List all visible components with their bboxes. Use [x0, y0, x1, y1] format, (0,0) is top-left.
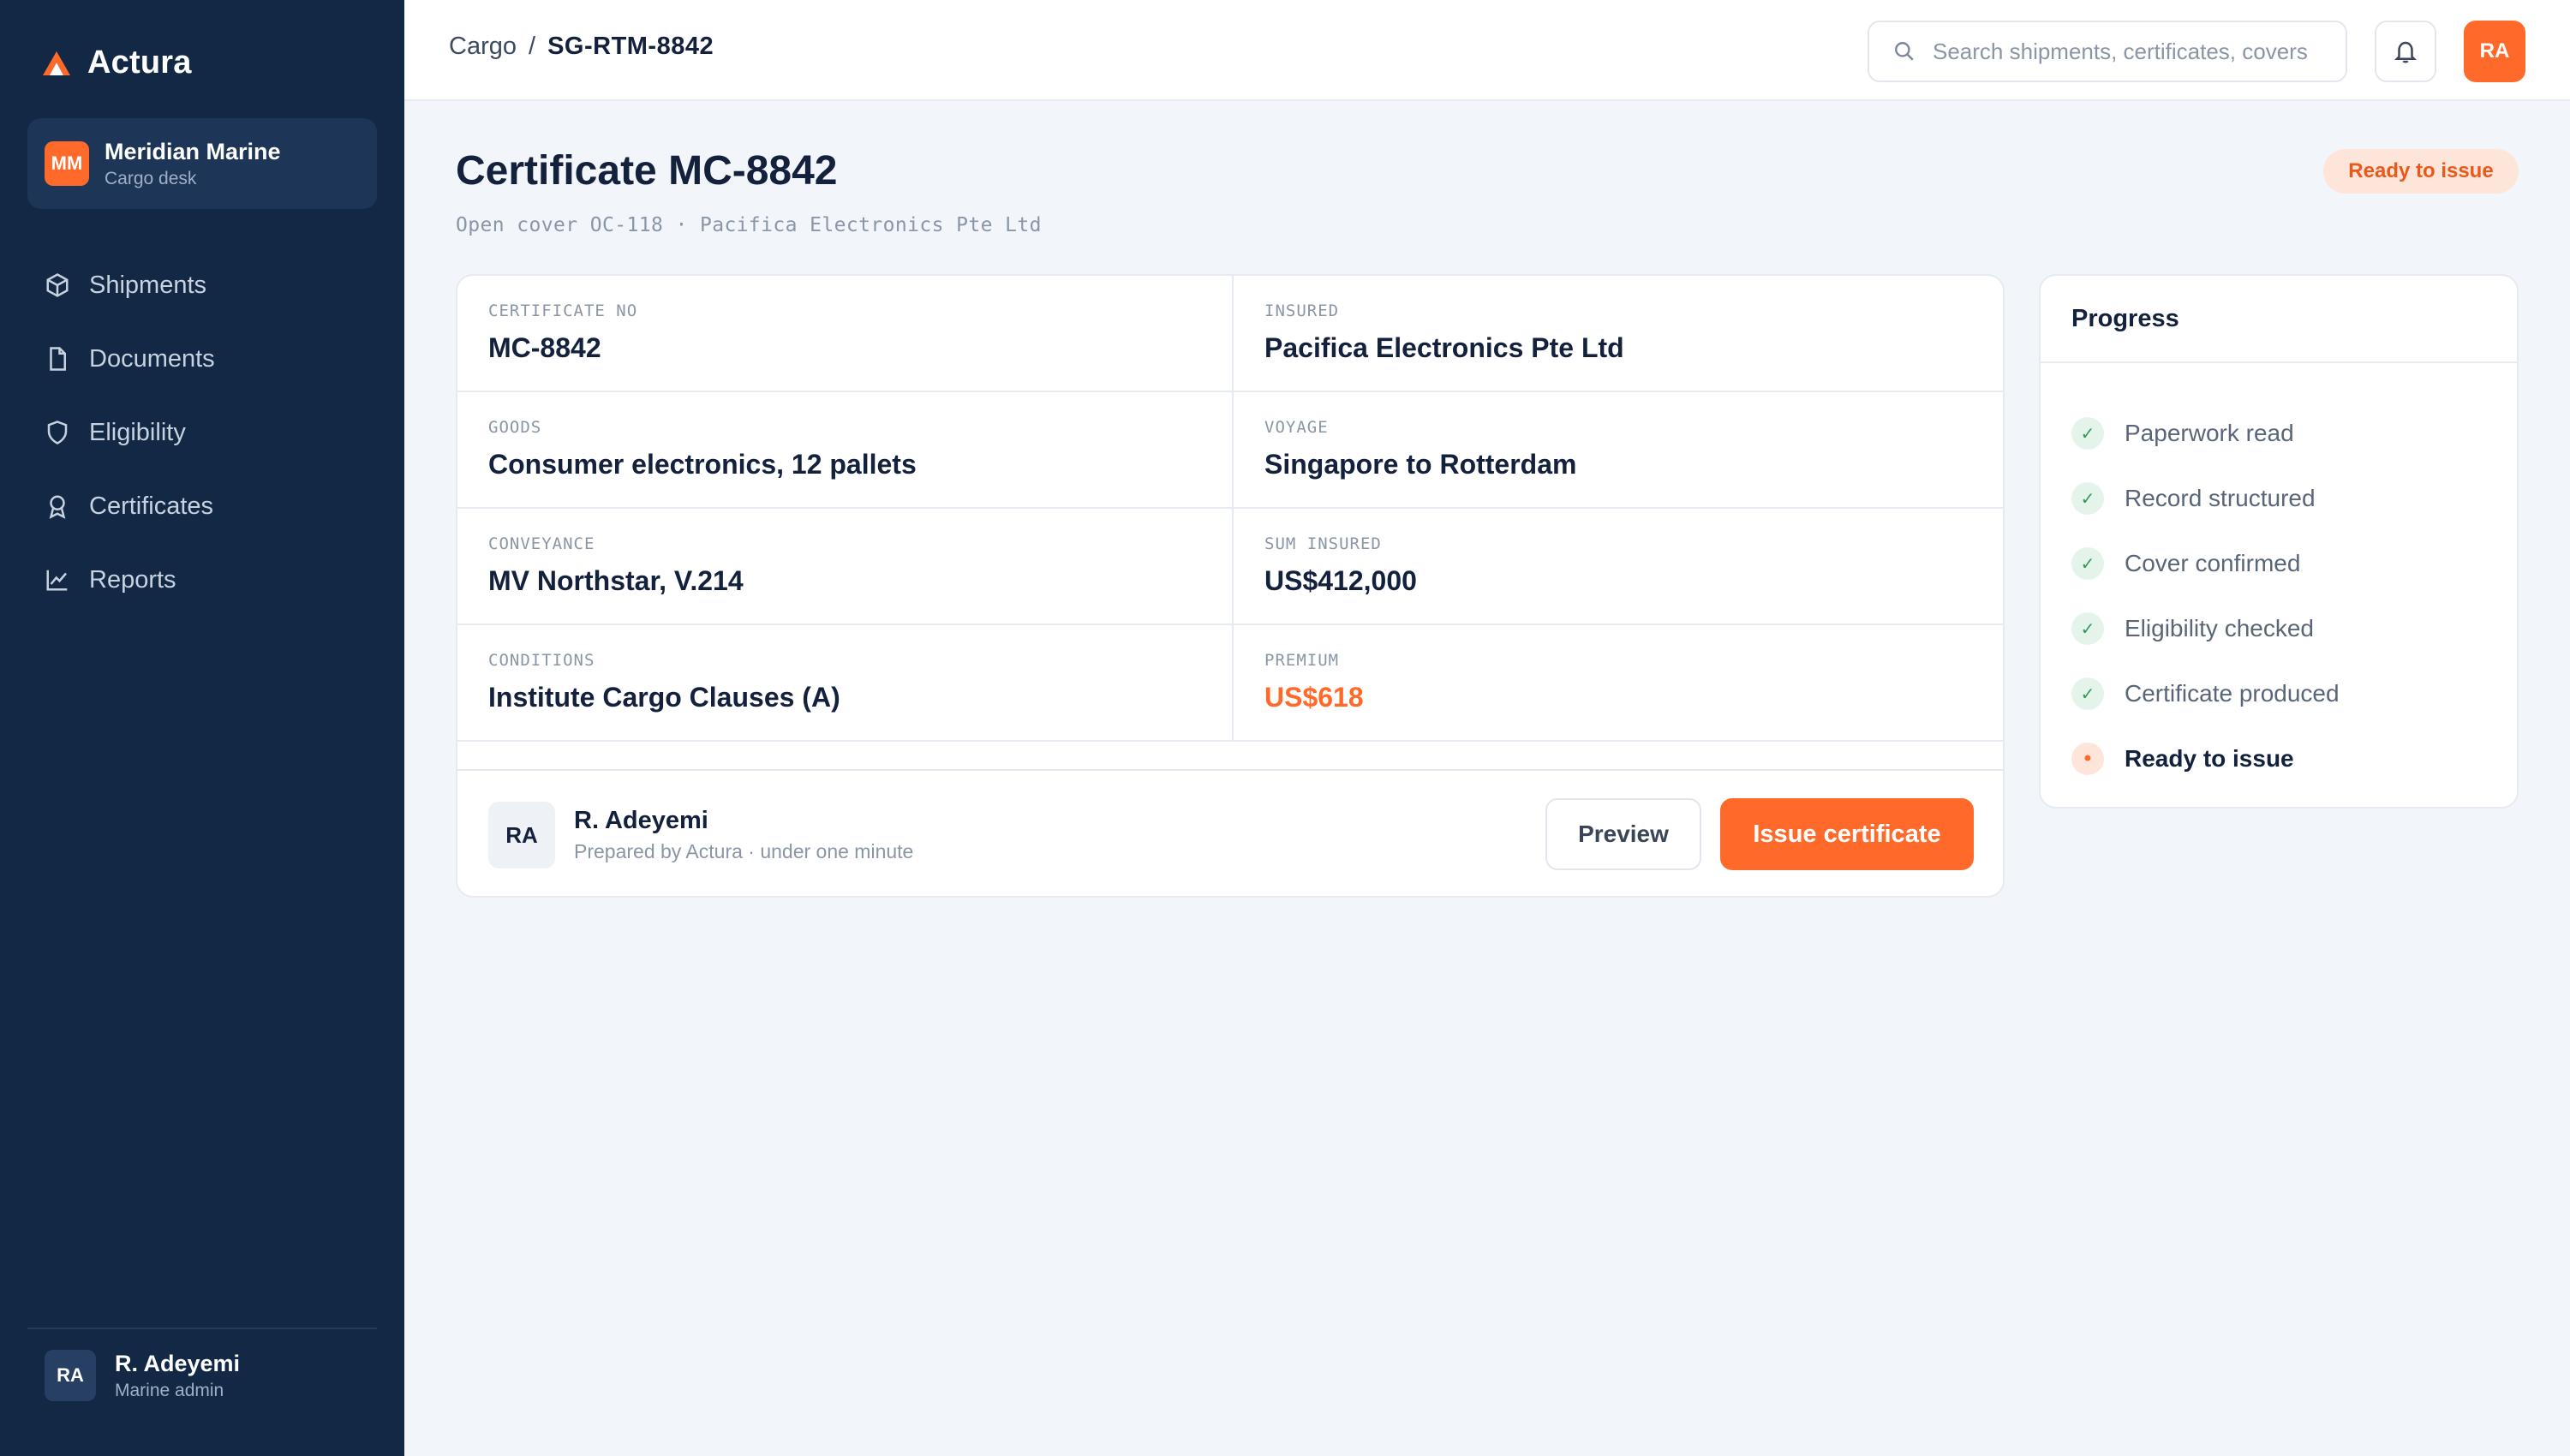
progress-step-cover-confirmed: ✓ Cover confirmed [2071, 531, 2517, 596]
field-label: PREMIUM [1264, 651, 1340, 670]
preparer-note: Prepared by Actura · under one minute [574, 840, 914, 862]
sidebar-item-label: Reports [89, 565, 176, 594]
field-label: INSURED [1264, 301, 1340, 320]
status-badge: Ready to issue [2323, 149, 2519, 194]
user-role: Marine admin [115, 1380, 224, 1400]
field-certificate-no: CERTIFICATE NO MC-8842 [457, 276, 1232, 392]
breadcrumb-root[interactable]: Cargo [449, 33, 517, 61]
field-value: US$618 [1264, 682, 1364, 713]
step-label: Eligibility checked [2125, 615, 2314, 641]
notifications-button[interactable] [2375, 21, 2436, 82]
bell-icon [2394, 41, 2418, 63]
brand[interactable]: Actura [41, 45, 192, 81]
chart-icon [46, 570, 68, 591]
check-icon: ✓ [2071, 677, 2104, 710]
box-icon [46, 273, 69, 297]
search-placeholder: Search shipments, certificates, covers [1933, 39, 2308, 64]
field-value: Consumer electronics, 12 pallets [488, 449, 917, 480]
brand-name: Actura [87, 45, 192, 81]
progress-card: Progress ✓ Paperwork read ✓ Record struc… [2039, 274, 2519, 809]
account-avatar[interactable]: RA [2464, 21, 2525, 82]
sidebar-item-documents[interactable]: Documents [27, 322, 377, 396]
field-premium: PREMIUM US$618 [1232, 625, 2003, 742]
org-switcher[interactable]: MM Meridian Marine Cargo desk [27, 118, 377, 209]
field-sum-insured: SUM INSURED US$412,000 [1232, 509, 2003, 625]
field-label: CERTIFICATE NO [488, 301, 638, 320]
sidebar-divider [27, 1328, 377, 1329]
sidebar-item-shipments[interactable]: Shipments [27, 248, 377, 322]
field-value: Pacifica Electronics Pte Ltd [1264, 332, 1624, 363]
field-value: Singapore to Rotterdam [1264, 449, 1577, 480]
progress-title: Progress [2041, 276, 2517, 363]
field-value: US$412,000 [1264, 565, 1417, 596]
sidebar-item-label: Shipments [89, 271, 207, 299]
check-icon: ✓ [2071, 547, 2104, 580]
field-insured: INSURED Pacifica Electronics Pte Ltd [1232, 276, 2003, 392]
sidebar: Actura MM Meridian Marine Cargo desk Shi… [0, 0, 404, 1456]
check-icon: ✓ [2071, 482, 2104, 515]
field-label: SUM INSURED [1264, 534, 1382, 553]
preview-button[interactable]: Preview [1545, 798, 1701, 870]
step-label: Ready to issue [2125, 745, 2294, 772]
progress-step-record-structured: ✓ Record structured [2071, 466, 2517, 531]
breadcrumb: Cargo / SG-RTM-8842 [449, 33, 714, 61]
issue-certificate-button[interactable]: Issue certificate [1720, 798, 1974, 870]
search-input[interactable]: Search shipments, certificates, covers [1868, 21, 2347, 82]
field-conveyance: CONVEYANCE MV Northstar, V.214 [457, 509, 1232, 625]
preparer: RA R. Adeyemi Prepared by Actura · under… [488, 802, 913, 868]
sidebar-item-label: Eligibility [89, 418, 186, 446]
progress-step-paperwork-read: ✓ Paperwork read [2071, 401, 2517, 466]
current-dot-icon: • [2071, 743, 2104, 775]
certificate-details-card: CERTIFICATE NO MC-8842 INSURED Pacifica … [456, 274, 2005, 898]
check-icon: ✓ [2071, 417, 2104, 450]
field-conditions: CONDITIONS Institute Cargo Clauses (A) [457, 625, 1232, 742]
award-icon [49, 495, 66, 519]
field-value: MV Northstar, V.214 [488, 565, 744, 596]
step-label: Certificate produced [2125, 680, 2340, 707]
org-avatar: MM [45, 141, 89, 186]
preparer-name: R. Adeyemi [574, 807, 708, 834]
user-profile[interactable]: RA R. Adeyemi Marine admin [45, 1350, 240, 1401]
org-sub: Cargo desk [105, 168, 197, 188]
document-icon [50, 347, 66, 371]
progress-step-certificate-produced: ✓ Certificate produced [2071, 661, 2517, 726]
sidebar-item-certificates[interactable]: Certificates [27, 469, 377, 543]
step-label: Paperwork read [2125, 420, 2294, 446]
user-name: R. Adeyemi [115, 1350, 241, 1376]
org-name: Meridian Marine [105, 138, 281, 164]
actura-logo-icon [43, 51, 70, 75]
field-label: VOYAGE [1264, 418, 1329, 437]
sidebar-item-label: Documents [89, 344, 215, 373]
field-label: GOODS [488, 418, 542, 437]
card-divider [457, 769, 2003, 771]
details-grid: CERTIFICATE NO MC-8842 INSURED Pacifica … [457, 276, 2003, 742]
progress-step-ready-to-issue: • Ready to issue [2071, 726, 2517, 791]
progress-steps: ✓ Paperwork read ✓ Record structured ✓ C… [2041, 363, 2517, 791]
field-value: MC-8842 [488, 332, 601, 363]
field-label: CONDITIONS [488, 651, 595, 670]
breadcrumb-separator: / [529, 33, 536, 60]
sidebar-nav: Shipments Documents Eligibility Certific… [27, 248, 377, 617]
step-label: Cover confirmed [2125, 550, 2301, 576]
page-title: Certificate MC-8842 [456, 148, 838, 194]
field-goods: GOODS Consumer electronics, 12 pallets [457, 392, 1232, 509]
preparer-avatar: RA [488, 802, 555, 868]
shield-icon [47, 421, 68, 445]
topbar: Cargo / SG-RTM-8842 Search shipments, ce… [404, 0, 2570, 101]
progress-step-eligibility-checked: ✓ Eligibility checked [2071, 596, 2517, 661]
sidebar-item-eligibility[interactable]: Eligibility [27, 396, 377, 469]
sidebar-item-label: Certificates [89, 492, 214, 520]
field-value: Institute Cargo Clauses (A) [488, 682, 840, 713]
step-label: Record structured [2125, 485, 2316, 511]
breadcrumb-current: SG-RTM-8842 [547, 33, 714, 60]
search-icon [1895, 42, 1914, 61]
field-label: CONVEYANCE [488, 534, 595, 553]
sidebar-item-reports[interactable]: Reports [27, 543, 377, 617]
check-icon: ✓ [2071, 612, 2104, 645]
user-avatar: RA [45, 1350, 96, 1401]
field-voyage: VOYAGE Singapore to Rotterdam [1232, 392, 2003, 509]
page-subtitle: Open cover OC-118 · Pacifica Electronics… [456, 214, 1042, 236]
